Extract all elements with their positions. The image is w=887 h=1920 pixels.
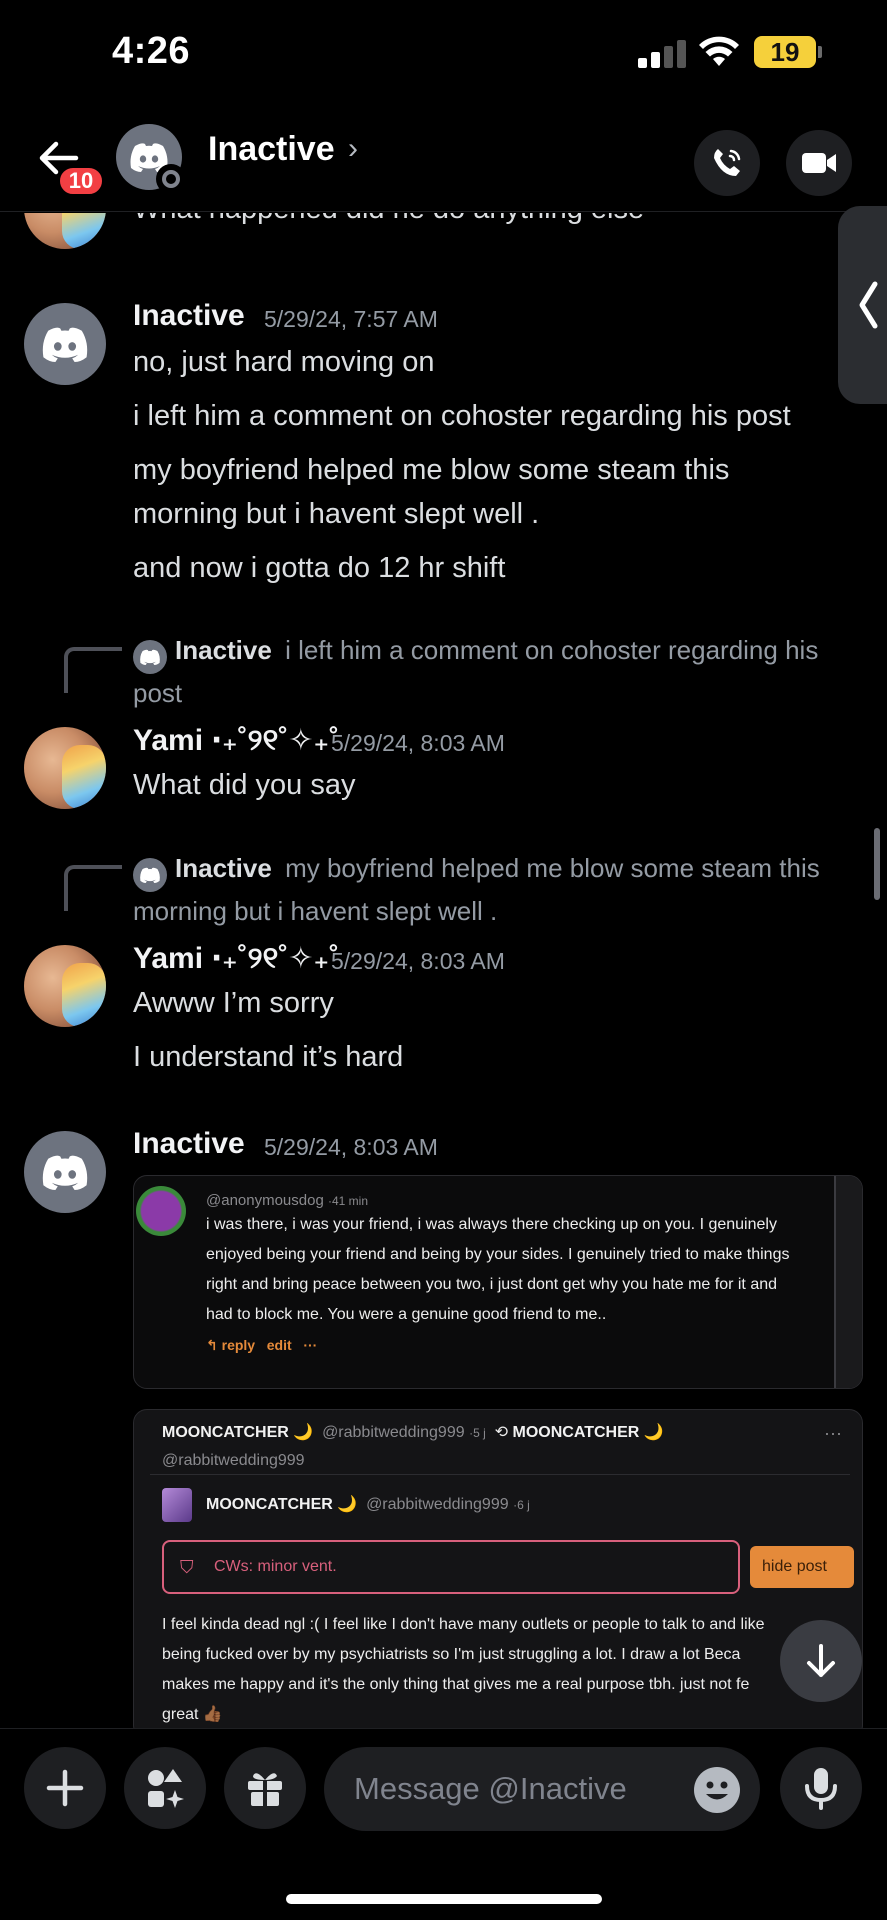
home-indicator[interactable] xyxy=(286,1894,602,1904)
battery-level: 19 xyxy=(754,36,816,68)
reply-text: i left him a comment on cohoster regardi… xyxy=(285,635,819,665)
offline-status-icon xyxy=(156,164,186,194)
reply-preview[interactable]: Inactive i left him a comment on cohoste… xyxy=(133,631,863,712)
post-line: being fucked over by my psychiatrists so… xyxy=(162,1646,741,1663)
message-text: Awww I’m sorry xyxy=(133,987,334,1019)
discord-icon xyxy=(42,327,88,362)
message-timestamp: 5/29/24, 7:57 AM xyxy=(264,306,438,332)
shield-icon: ⛉ xyxy=(180,1557,194,1577)
post-line: makes me happy and it's the only thing t… xyxy=(162,1676,750,1693)
message-text: What did you say xyxy=(133,769,356,801)
repost-handle: @rabbitwedding999 xyxy=(162,1452,305,1469)
avatar[interactable] xyxy=(24,213,106,249)
emoji-icon xyxy=(706,1781,728,1800)
message-author[interactable]: Inactive xyxy=(133,299,245,333)
message-text: What happened did he do anything else xyxy=(133,213,644,231)
microphone-icon xyxy=(805,1768,837,1810)
commenter-avatar xyxy=(136,1186,186,1236)
video-call-button[interactable] xyxy=(786,130,852,196)
gift-button[interactable] xyxy=(224,1747,306,1829)
hide-post-button: hide post xyxy=(750,1546,854,1588)
content-warning-box: ⛉ CWs: minor vent. xyxy=(162,1540,740,1594)
message-author[interactable]: Yami ‧₊˚୨୧˚✧₊˚ xyxy=(133,941,339,976)
cellular-signal-icon xyxy=(638,40,686,68)
message-timestamp: 5/29/24, 8:03 AM xyxy=(331,730,505,756)
unread-count-badge[interactable]: 10 xyxy=(56,164,106,198)
reply-spine xyxy=(64,647,122,693)
avatar[interactable] xyxy=(24,727,106,809)
reply-text: my boyfriend helped me blow some steam t… xyxy=(285,853,820,883)
post-line: great 👍🏾 xyxy=(162,1706,223,1723)
gift-icon xyxy=(248,1773,282,1806)
repost-icon: ⟲ xyxy=(494,1424,509,1441)
message-timestamp: 5/29/24, 8:03 AM xyxy=(331,948,505,974)
status-bar: 4:26 19 xyxy=(0,0,887,100)
plus-icon xyxy=(46,1769,84,1807)
message-author[interactable]: Yami ‧₊˚୨୧˚✧₊˚ xyxy=(133,723,339,758)
video-camera-icon xyxy=(802,153,836,173)
divider xyxy=(150,1474,850,1475)
reply-author: Inactive xyxy=(175,853,272,883)
image-attachment[interactable]: @anonymousdog ·41 min i was there, i was… xyxy=(133,1175,863,1389)
voice-message-button[interactable] xyxy=(780,1747,862,1829)
comment-line: right and bring peace between you two, i… xyxy=(206,1276,778,1293)
message-composer xyxy=(0,1728,887,1848)
discord-icon xyxy=(133,640,167,674)
avatar[interactable] xyxy=(24,1131,106,1213)
reply-arrow-icon: ↰ xyxy=(206,1337,222,1353)
reply-author: Inactive xyxy=(175,635,272,665)
message-text: I understand it’s hard xyxy=(133,1041,404,1073)
repost-header: MOONCATCHER 🌙 @rabbitwedding999 ·5 j ⟲ M… xyxy=(162,1424,664,1441)
message-list[interactable]: What happened did he do anything else In… xyxy=(0,213,887,1728)
avatar[interactable] xyxy=(24,303,106,385)
apps-icon xyxy=(148,1769,184,1808)
reply-preview[interactable]: Inactive my boyfriend helped me blow som… xyxy=(133,849,863,930)
comment-actions: ↰ reply edit ··· xyxy=(206,1337,318,1353)
post-line: I feel kinda dead ngl :( I feel like I d… xyxy=(162,1616,765,1633)
message-author[interactable]: Inactive xyxy=(133,1127,245,1161)
reply-spine xyxy=(64,865,122,911)
message-text: and now i gotta do 12 hr shift xyxy=(133,552,506,584)
chevron-right-icon[interactable]: › xyxy=(348,132,358,166)
post-author: MOONCATCHER 🌙 @rabbitwedding999 ·6 j xyxy=(206,1496,530,1513)
comment-line: had to block me. You were a genuine good… xyxy=(206,1306,607,1323)
avatar[interactable] xyxy=(24,945,106,1027)
message-text: my boyfriend helped me blow some steam t… xyxy=(133,454,730,486)
wifi-icon xyxy=(699,36,739,66)
status-time: 4:26 xyxy=(112,30,191,72)
more-options-icon: ··· xyxy=(824,1423,842,1443)
emoji-button[interactable] xyxy=(694,1767,740,1813)
apps-button[interactable] xyxy=(124,1747,206,1829)
comment-line: i was there, i was your friend, i was al… xyxy=(206,1216,777,1233)
image-scrollbar xyxy=(834,1176,862,1388)
battery-tip xyxy=(818,46,822,58)
arrow-down-icon xyxy=(807,1644,835,1677)
scroll-indicator[interactable] xyxy=(874,828,880,900)
poster-avatar xyxy=(162,1488,192,1522)
jump-to-present-button[interactable] xyxy=(780,1620,862,1702)
image-attachment[interactable]: MOONCATCHER 🌙 @rabbitwedding999 ·5 j ⟲ M… xyxy=(133,1409,863,1728)
message-timestamp: 5/29/24, 8:03 AM xyxy=(264,1134,438,1160)
reply-text: morning but i havent slept well . xyxy=(133,896,498,926)
comment-line: enjoyed being your friend and being by y… xyxy=(206,1246,790,1263)
dm-header: 10 Inactive › xyxy=(0,108,887,404)
message-text: no, just hard moving on xyxy=(133,346,435,378)
content-warning-label: CWs: minor vent. xyxy=(214,1558,337,1575)
message-text: i left him a comment on cohoster regardi… xyxy=(133,400,791,432)
discord-icon xyxy=(133,858,167,892)
voice-call-button[interactable] xyxy=(694,130,760,196)
reply-text: post xyxy=(133,678,183,708)
phone-icon xyxy=(714,149,741,176)
message-text: morning but i havent slept well . xyxy=(133,498,540,530)
discord-icon xyxy=(42,1155,88,1190)
page-title[interactable]: Inactive xyxy=(208,130,335,169)
add-attachment-button[interactable] xyxy=(24,1747,106,1829)
